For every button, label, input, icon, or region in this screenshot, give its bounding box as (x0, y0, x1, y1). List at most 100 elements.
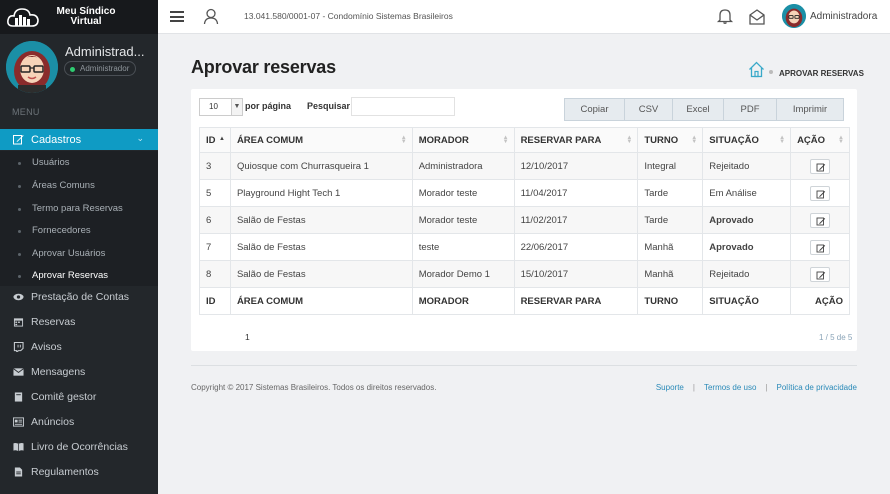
brand-name: Meu Síndico Virtual (40, 7, 132, 27)
sort-icon: ▲ ▼ (838, 135, 844, 145)
sidebar-item-livro-ocorrencias[interactable]: Livro de Ocorrências (13, 441, 128, 453)
excel-button[interactable]: Excel (673, 99, 724, 120)
sidebar-item-anuncios[interactable]: Anúncios (13, 416, 74, 428)
sidebar-item-regulamentos[interactable]: Regulamentos (13, 466, 99, 478)
calendar-icon (13, 318, 24, 327)
sidebar-item-prestacao-contas[interactable]: Prestação de Contas (13, 291, 129, 303)
terms-link[interactable]: Termos de uso (704, 383, 756, 392)
footer-header-area: ÁREA COMUM (229, 287, 413, 315)
edit-button[interactable] (810, 158, 831, 174)
sidebar-item-mensagens[interactable]: Mensagens (13, 366, 85, 378)
submenu-item-aprovar-usuarios[interactable]: Aprovar Usuários (17, 248, 105, 259)
submenu-item-termo-reservas[interactable]: Termo para Reservas (18, 203, 123, 214)
footer-header-id: ID (199, 287, 231, 315)
footer-header-morador: MORADOR (411, 287, 515, 315)
column-header-morador[interactable]: MORADOR ▲ ▼ (411, 127, 515, 153)
mail-open-icon[interactable] (748, 8, 766, 26)
topbar: 13.041.580/0001-07 - Condomínio Sistemas… (158, 0, 890, 34)
footer-separator: | (765, 383, 768, 392)
submenu-item-fornecedores[interactable]: Fornecedores (18, 225, 91, 236)
sidebar-item-comite-gestor[interactable]: Comitê gestor (13, 391, 96, 403)
table-header-row: ID ▲ ÁREA COMUM ▲ ▼ MORADOR ▲ ▼ RESERVAR PARA… (199, 127, 850, 153)
pdf-button[interactable]: PDF (724, 99, 777, 120)
column-header-label: MORADOR (418, 134, 469, 146)
column-header-turno[interactable]: TURNO ▲ ▼ (637, 127, 704, 153)
edit-button[interactable] (810, 212, 831, 228)
cell-situacao: Em Análise (702, 179, 792, 207)
home-icon[interactable] (748, 61, 765, 78)
hamburger-menu-icon[interactable] (170, 11, 184, 22)
brand[interactable]: Meu Síndico Virtual (0, 0, 158, 34)
submenu-item-aprovar-reservas[interactable]: Aprovar Reservas (17, 270, 108, 281)
footer-header-situacao: SITUAÇÃO (702, 287, 792, 315)
column-header-situacao[interactable]: SITUAÇÃO ▲ ▼ (702, 127, 792, 153)
table-row: 3 Quiosque com Churrasqueira 1 Administr… (199, 152, 850, 180)
reservations-card: 10 ▼ por página Pesquisar Copiar CSV Exc… (191, 89, 857, 351)
cell-turno: Tarde (637, 206, 704, 234)
sort-icon: ▲ ▼ (626, 135, 633, 145)
edit-button[interactable] (810, 239, 831, 255)
edit-icon (816, 271, 826, 279)
cell-area: Salão de Festas (229, 260, 413, 288)
sidebar-item-label: Cadastros (31, 133, 82, 146)
envelope-icon (13, 368, 24, 376)
top-user-name[interactable]: Administradora (810, 11, 877, 22)
table-row: 6 Salão de Festas Morador teste 11/02/20… (199, 206, 850, 234)
sidebar-item-label: Avisos (31, 341, 62, 353)
cell-area: Quiosque com Churrasqueira 1 (229, 152, 413, 180)
column-header-id[interactable]: ID ▲ (199, 127, 231, 153)
eye-icon (13, 293, 24, 301)
cell-data: 15/10/2017 (513, 260, 639, 288)
edit-icon (816, 163, 826, 171)
column-header-acao[interactable]: AÇÃO ▲ ▼ (790, 127, 850, 153)
pagination-page-1[interactable]: 1 (245, 332, 250, 342)
cell-morador: Administradora (411, 152, 515, 180)
twitch-icon (13, 342, 24, 352)
submenu-item-usuarios[interactable]: Usuários (18, 157, 70, 168)
sidebar-item-avisos[interactable]: Avisos (13, 341, 62, 353)
privacy-link[interactable]: Política de privacidade (777, 383, 858, 392)
cell-morador: Morador teste (411, 179, 515, 207)
cell-turno: Tarde (637, 179, 704, 207)
cell-situacao: Aprovado (702, 233, 792, 261)
sidebar-item-label: Regulamentos (31, 466, 99, 478)
cell-area: Playground Hight Tech 1 (229, 179, 413, 207)
cell-id: 3 (199, 152, 231, 180)
footer-header-reservar-para: RESERVAR PARA (513, 287, 639, 315)
column-header-reservar-para[interactable]: RESERVAR PARA ▲ ▼ (513, 127, 639, 153)
submenu-item-areas-comuns[interactable]: Áreas Comuns (18, 180, 95, 191)
profile: Administrad... Administrador (0, 34, 158, 96)
cell-morador: Morador teste (411, 206, 515, 234)
cloud-building-logo-icon (7, 8, 39, 27)
print-button[interactable]: Imprimir (777, 99, 843, 120)
table-footer-row: ID ÁREA COMUM MORADOR RESERVAR PARA TURN… (199, 287, 850, 315)
bell-icon[interactable] (716, 7, 734, 25)
search-label: Pesquisar (307, 101, 351, 111)
sidebar-item-cadastros[interactable]: Cadastros ⌄ (0, 129, 158, 150)
column-header-label: TURNO (644, 134, 679, 146)
breadcrumb-separator (769, 70, 773, 74)
avatar[interactable] (6, 41, 58, 93)
csv-button[interactable]: CSV (625, 99, 673, 120)
cell-situacao: Rejeitado (702, 152, 792, 180)
support-link[interactable]: Suporte (656, 383, 684, 392)
edit-button[interactable] (810, 185, 831, 201)
sidebar-item-reservas[interactable]: Reservas (13, 316, 75, 328)
brand-line-2: Virtual (70, 16, 102, 27)
chevron-down-icon: ⌄ (136, 133, 144, 143)
edit-icon (816, 217, 826, 225)
sort-icon: ▲ ▼ (779, 135, 786, 145)
search-input[interactable] (351, 97, 455, 116)
sidebar-item-label: Reservas (31, 316, 76, 328)
cell-morador: Morador Demo 1 (411, 260, 515, 288)
column-header-area[interactable]: ÁREA COMUM ▲ ▼ (229, 127, 413, 153)
page-length-select[interactable]: 10 ▼ (199, 98, 243, 116)
user-icon[interactable] (203, 8, 219, 25)
top-avatar[interactable] (782, 4, 806, 28)
cell-data: 11/02/2017 (513, 206, 639, 234)
edit-icon (816, 190, 826, 198)
edit-button[interactable] (810, 266, 831, 282)
copy-button[interactable]: Copiar (565, 99, 625, 120)
cell-acao (790, 179, 850, 207)
sort-icon: ▲ ▼ (691, 135, 698, 145)
